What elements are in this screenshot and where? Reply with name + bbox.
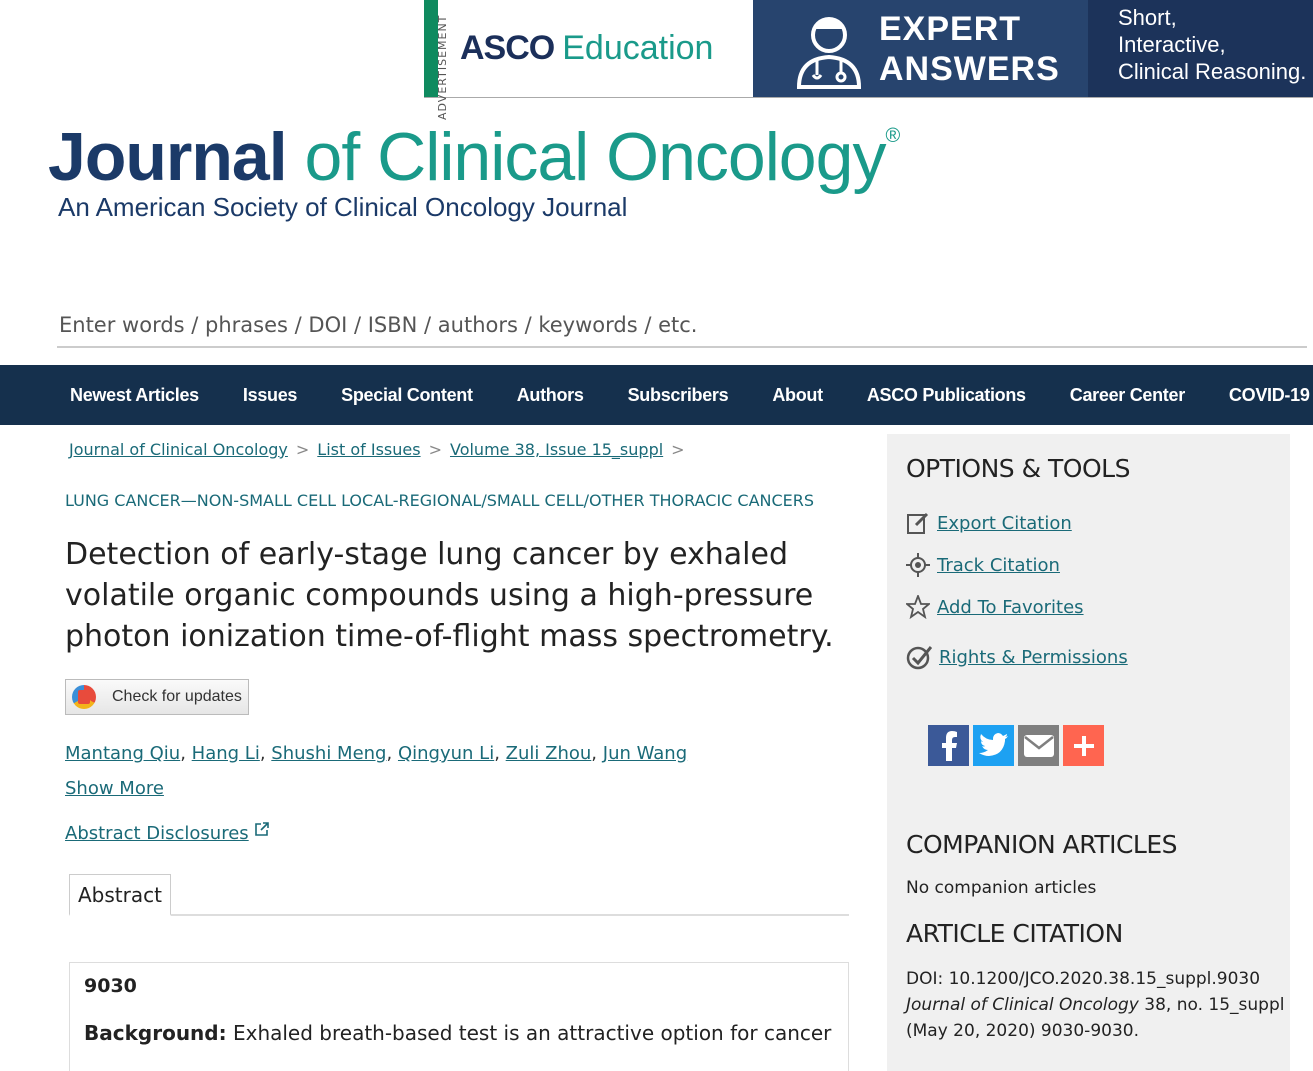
nav-asco-publications[interactable]: ASCO Publications [845, 385, 1048, 406]
crossmark-icon [72, 685, 96, 709]
check-circle-icon [906, 645, 932, 670]
rights-permissions-link[interactable]: Rights & Permissions [906, 645, 1290, 670]
ad-tagline-line3: Clinical Reasoning. [1118, 59, 1307, 84]
background-text: Exhaled breath-based test is an attracti… [232, 1021, 832, 1045]
author-link[interactable]: Mantang Qiu [65, 743, 180, 764]
breadcrumb-separator: > [428, 440, 442, 459]
nav-covid-19[interactable]: COVID-19 [1207, 385, 1313, 406]
main-nav: Newest Articles Issues Special Content A… [0, 365, 1313, 425]
ad-headline-line1: EXPERT [879, 9, 1022, 48]
ad-brand: ASCO Education [438, 0, 753, 97]
author-separator: , [591, 743, 598, 764]
plus-icon[interactable] [1063, 725, 1104, 766]
show-more-link[interactable]: Show More [65, 778, 164, 799]
nav-special-content[interactable]: Special Content [319, 385, 495, 406]
ad-headline-line2: ANSWERS [879, 49, 1060, 88]
author-list: Mantang Qiu, Hang Li, Shushi Meng, Qingy… [65, 743, 855, 764]
author-link[interactable]: Jun Wang [603, 743, 687, 764]
crosshair-icon [906, 553, 930, 577]
author-link[interactable]: Qingyun Li [398, 743, 494, 764]
abstract-disclosures-label: Abstract Disclosures [65, 823, 249, 844]
nav-issues[interactable]: Issues [221, 385, 319, 406]
ad-tagline-line2: Interactive, [1118, 32, 1226, 57]
check-for-updates-label: Check for updates [112, 688, 242, 705]
nav-authors[interactable]: Authors [495, 385, 606, 406]
track-citation-link[interactable]: Track Citation [906, 553, 1290, 577]
tab-abstract[interactable]: Abstract [69, 874, 171, 916]
article-citation-heading: ARTICLE CITATION [906, 919, 1123, 948]
abstract-number: 9030 [84, 975, 137, 997]
nav-about[interactable]: About [750, 385, 844, 406]
logo-subtitle: An American Society of Clinical Oncology… [58, 192, 628, 222]
nav-newest-articles[interactable]: Newest Articles [48, 385, 221, 406]
abstract-panel: 9030 Background: Exhaled breath-based te… [69, 962, 849, 1071]
author-separator: , [494, 743, 500, 764]
external-link-icon [255, 822, 270, 836]
facebook-icon[interactable] [928, 725, 969, 766]
article-main: Journal of Clinical Oncology > List of Iss… [65, 440, 855, 1071]
breadcrumb-volume[interactable]: Volume 38, Issue 15_suppl [450, 440, 663, 459]
rights-permissions-label: Rights & Permissions [939, 646, 1128, 668]
background-label: Background: [84, 1021, 227, 1045]
article-section-label: LUNG CANCER—NON-SMALL CELL LOCAL-REGIONA… [65, 491, 815, 510]
citation-date: (May 20, 2020) 9030-9030. [906, 1021, 1139, 1041]
article-tabs: Abstract [69, 874, 849, 916]
ad-headline: EXPERT ANSWERS [879, 9, 1060, 89]
abstract-background: Background: Exhaled breath-based test is… [84, 1019, 834, 1047]
author-separator: , [386, 743, 393, 764]
author-link[interactable]: Shushi Meng [271, 743, 386, 764]
add-to-favorites-link[interactable]: Add To Favorites [906, 595, 1290, 619]
abstract-disclosures-link[interactable]: Abstract Disclosures [65, 821, 855, 844]
track-citation-label: Track Citation [937, 554, 1060, 576]
breadcrumb-list-of-issues[interactable]: List of Issues [317, 440, 420, 459]
logo-word-rest: of Clinical Oncology [286, 119, 887, 195]
logo-word-journal: Journal [48, 119, 288, 195]
search-input[interactable] [57, 304, 1307, 348]
options-sidebar: OPTIONS & TOOLS Export Citation Track Ci… [887, 434, 1290, 1071]
companion-articles-heading: COMPANION ARTICLES [906, 830, 1178, 859]
breadcrumb-journal[interactable]: Journal of Clinical Oncology [69, 440, 288, 459]
citation-text: DOI: 10.1200/JCO.2020.38.15_suppl.9030 J… [906, 966, 1290, 1044]
nav-career-center[interactable]: Career Center [1048, 385, 1207, 406]
twitter-icon[interactable] [973, 725, 1014, 766]
logo-wordmark: Journal of Clinical Oncology® [48, 118, 900, 196]
ad-tagline-line1: Short, [1118, 5, 1177, 30]
nav-subscribers[interactable]: Subscribers [606, 385, 751, 406]
author-link[interactable]: Zuli Zhou [506, 743, 592, 764]
ad-headline-panel: EXPERT ANSWERS [753, 0, 1088, 97]
breadcrumb-separator: > [671, 440, 685, 459]
registered-mark: ® [885, 125, 900, 147]
citation-volume: 38, no. 15_suppl [1138, 995, 1285, 1015]
export-citation-link[interactable]: Export Citation [906, 511, 1290, 535]
author-separator: , [259, 743, 266, 764]
ad-label: ADVERTISEMENT [436, 14, 449, 120]
star-icon [906, 595, 930, 619]
author-link[interactable]: Hang Li [192, 743, 260, 764]
doctor-icon [796, 16, 862, 89]
advertisement-banner[interactable]: ADVERTISEMENT ASCO Education EXPERT ANSW… [424, 0, 1313, 120]
ad-brand-education: Education [562, 29, 714, 67]
edit-icon [906, 511, 930, 535]
share-buttons [928, 725, 1290, 766]
breadcrumb-separator: > [295, 440, 310, 459]
article-title: Detection of early-stage lung cancer by … [65, 537, 834, 654]
add-to-favorites-label: Add To Favorites [937, 596, 1084, 618]
ad-tagline: Short, Interactive, Clinical Reasoning. [1088, 0, 1313, 97]
breadcrumb: Journal of Clinical Oncology > List of Iss… [69, 440, 855, 459]
check-for-updates-button[interactable]: Check for updates [65, 679, 249, 715]
ad-brand-asco: ASCO [460, 29, 555, 67]
options-tools-heading: OPTIONS & TOOLS [906, 454, 1130, 483]
journal-logo[interactable]: Journal of Clinical Oncology® An America… [48, 118, 900, 223]
citation-doi: DOI: 10.1200/JCO.2020.38.15_suppl.9030 [906, 969, 1261, 989]
author-separator: , [180, 743, 186, 764]
companion-articles-text: No companion articles [906, 878, 1097, 898]
email-icon[interactable] [1018, 725, 1059, 766]
citation-journal: Journal of Clinical Oncology [906, 995, 1139, 1015]
export-citation-label: Export Citation [937, 512, 1072, 534]
